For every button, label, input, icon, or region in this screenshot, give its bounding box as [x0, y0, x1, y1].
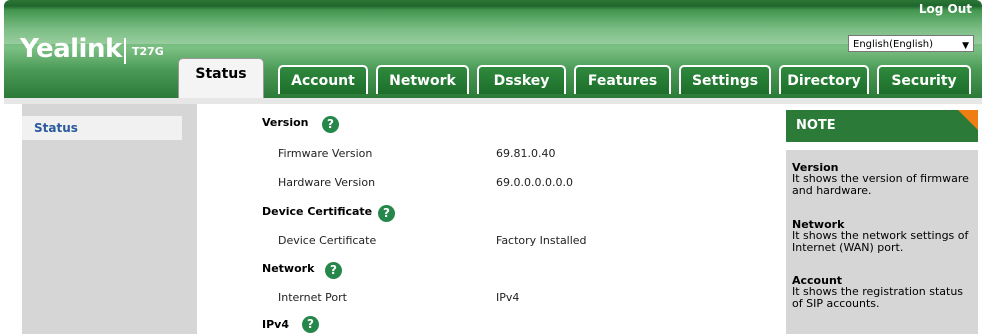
language-select[interactable]: English(English) ▼ [848, 35, 974, 52]
note-item-text: It shows the version of firmware and har… [792, 172, 969, 197]
note-corner-accent [958, 110, 978, 130]
status-content: Version ? Firmware Version 69.81.0.40 Ha… [222, 104, 782, 334]
tab-status[interactable]: Status [178, 58, 264, 98]
sidebar-item-status[interactable]: Status [22, 116, 182, 140]
help-icon[interactable]: ? [322, 116, 339, 133]
note-title: NOTE [796, 118, 836, 133]
tab-network[interactable]: Network [376, 65, 469, 94]
section-title-ipv4: IPv4 [262, 318, 289, 331]
help-icon[interactable]: ? [378, 205, 395, 222]
section-title-version: Version [262, 116, 309, 129]
hardware-version-value: 69.0.0.0.0.0.0 [496, 176, 573, 189]
tab-security[interactable]: Security [877, 65, 971, 94]
hardware-version-label: Hardware Version [278, 176, 376, 189]
help-icon[interactable]: ? [325, 262, 342, 279]
brand-logo: Yealink [20, 34, 122, 64]
tab-dsskey[interactable]: Dsskey [477, 65, 566, 94]
model-label: T27G [132, 45, 164, 58]
app-frame: Yealink T27G Log Out English(English) ▼ … [0, 0, 986, 334]
tab-features[interactable]: Features [574, 65, 671, 94]
tab-account[interactable]: Account [278, 65, 368, 94]
help-icon[interactable]: ? [302, 316, 319, 333]
device-certificate-label: Device Certificate [278, 234, 377, 247]
note-item-text: It shows the registration status of SIP … [792, 285, 964, 310]
header-gloss [4, 0, 982, 44]
logo-divider [124, 38, 126, 64]
note-header: NOTE [786, 110, 978, 142]
chevron-down-icon: ▼ [962, 41, 969, 51]
tab-settings[interactable]: Settings [679, 65, 771, 94]
firmware-version-value: 69.81.0.40 [496, 147, 556, 160]
logout-link[interactable]: Log Out [919, 2, 972, 16]
internet-port-label: Internet Port [278, 291, 347, 304]
tab-directory[interactable]: Directory [779, 65, 869, 94]
language-select-value: English(English) [853, 39, 934, 50]
internet-port-value: IPv4 [496, 291, 520, 304]
section-title-network: Network [262, 262, 315, 275]
device-certificate-value: Factory Installed [496, 234, 587, 247]
section-title-device-certificate: Device Certificate [262, 205, 373, 218]
sidebar: Status [22, 104, 197, 334]
firmware-version-label: Firmware Version [278, 147, 373, 160]
note-panel: Version It shows the version of firmware… [786, 150, 978, 334]
note-item-text: It shows the network settings of Interne… [792, 229, 969, 254]
